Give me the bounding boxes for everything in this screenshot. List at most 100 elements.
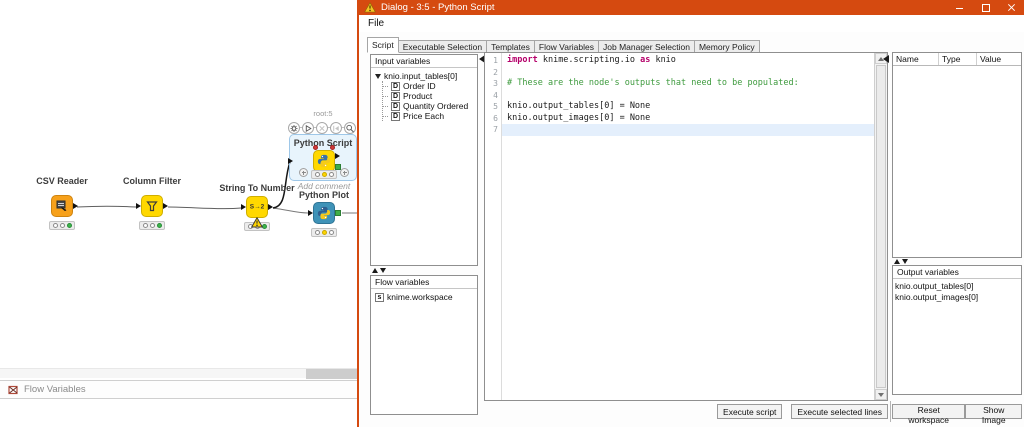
flow-variables-panel: Flow variables s knime.workspace bbox=[370, 275, 478, 415]
splitter-up-icon[interactable] bbox=[372, 268, 378, 273]
node-python-plot[interactable] bbox=[308, 202, 341, 224]
node-csv-reader[interactable] bbox=[51, 195, 78, 217]
tree-connector bbox=[383, 85, 388, 87]
screen: CSV Reader Column Filter String To Numbe… bbox=[0, 0, 1024, 427]
status-dot-green bbox=[156, 223, 162, 228]
node-python-script[interactable] bbox=[313, 150, 341, 172]
flow-variables-view-label: Flow Variables bbox=[24, 384, 86, 395]
keyword-as: as bbox=[640, 55, 651, 65]
splitter-down-icon[interactable] bbox=[380, 268, 386, 273]
open-view-button[interactable] bbox=[344, 122, 356, 134]
output-variable-tables[interactable]: knio.output_tables[0] bbox=[895, 281, 1021, 292]
double-type-icon: D bbox=[391, 81, 400, 91]
line-number: 7 bbox=[493, 125, 498, 134]
editor-buttons: Execute script Execute selected lines bbox=[484, 404, 888, 419]
warning-icon bbox=[364, 2, 376, 13]
column-header-type[interactable]: Type bbox=[939, 53, 977, 65]
cancel-x-icon bbox=[319, 125, 325, 131]
connection-csv-to-filter bbox=[76, 205, 137, 208]
scroll-down-icon[interactable] bbox=[875, 389, 887, 400]
input-variables-tree: knio.input_tables[0] D Order ID D Produc… bbox=[371, 68, 477, 121]
script-editor[interactable]: 1 2 3 4 5 6 7 import knime.scripting.io … bbox=[484, 52, 888, 401]
splitter-collapse-right-icon[interactable] bbox=[883, 55, 889, 63]
left-horizontal-splitter[interactable] bbox=[372, 268, 386, 273]
status-dot-yellow bbox=[321, 230, 327, 235]
add-port-right-button[interactable] bbox=[340, 168, 349, 177]
double-type-icon: D bbox=[391, 91, 400, 101]
status-dot bbox=[314, 230, 320, 235]
tree-connector bbox=[383, 95, 388, 97]
configure-button[interactable] bbox=[288, 122, 300, 134]
tab-executable-selection[interactable]: Executable Selection bbox=[398, 40, 488, 53]
image-output-port[interactable] bbox=[335, 210, 341, 216]
editor-line-numbers: 1 2 3 4 5 6 7 bbox=[485, 53, 502, 400]
tree-item-order-id[interactable]: D Order ID bbox=[383, 81, 477, 91]
table-output-port[interactable] bbox=[335, 153, 340, 159]
input-port[interactable] bbox=[241, 204, 246, 210]
play-icon bbox=[305, 124, 312, 132]
node-string-to-number[interactable]: S→2 bbox=[241, 196, 273, 218]
right-horizontal-splitter[interactable] bbox=[894, 259, 908, 264]
editor-vertical-scrollbar[interactable] bbox=[874, 53, 887, 400]
button-row-divider bbox=[890, 401, 891, 422]
tree-expander-icon[interactable] bbox=[375, 73, 381, 79]
output-variable-images[interactable]: knio.output_images[0] bbox=[895, 292, 1021, 303]
code-line-7-current bbox=[502, 124, 874, 136]
column-header-value[interactable]: Value bbox=[977, 53, 1021, 65]
reset-icon bbox=[333, 125, 339, 131]
tree-item-quantity-ordered[interactable]: D Quantity Ordered bbox=[383, 101, 477, 111]
canvas-horizontal-scrollbar[interactable] bbox=[0, 368, 358, 379]
execute-button[interactable] bbox=[302, 122, 314, 134]
column-header-name[interactable]: Name bbox=[893, 53, 939, 65]
line-number: 6 bbox=[493, 113, 498, 123]
workflow-canvas[interactable]: CSV Reader Column Filter String To Numbe… bbox=[0, 0, 358, 427]
output-port[interactable] bbox=[163, 203, 168, 209]
tree-item-label: Product bbox=[403, 91, 433, 101]
maximize-icon[interactable] bbox=[981, 3, 990, 12]
minimize-icon[interactable] bbox=[955, 3, 964, 12]
python-logo-icon bbox=[317, 154, 331, 168]
input-port[interactable] bbox=[288, 158, 293, 164]
line-number: 1 bbox=[493, 56, 498, 65]
close-icon[interactable] bbox=[1007, 3, 1016, 12]
flow-variables-view-header[interactable]: Flow Variables bbox=[0, 380, 358, 399]
node-label-python-script: Python Script bbox=[293, 138, 353, 148]
execute-script-button[interactable]: Execute script bbox=[717, 404, 783, 419]
filter-funnel-icon bbox=[146, 201, 158, 212]
input-port[interactable] bbox=[136, 203, 141, 209]
input-variables-header: Input variables bbox=[371, 55, 477, 68]
tab-script[interactable]: Script bbox=[367, 37, 399, 53]
show-image-button[interactable]: Show Image bbox=[965, 404, 1022, 425]
splitter-up-icon[interactable] bbox=[894, 259, 900, 264]
code-line-6: knio.output_images[0] = None bbox=[507, 112, 651, 123]
code-area[interactable]: import knime.scripting.io as knio # Thes… bbox=[502, 53, 874, 400]
magnifier-icon bbox=[346, 124, 354, 132]
output-port[interactable] bbox=[268, 204, 273, 210]
input-variables-panel: Input variables knio.input_tables[0] D O… bbox=[370, 54, 478, 266]
status-dot bbox=[314, 172, 320, 177]
execute-selected-lines-button[interactable]: Execute selected lines bbox=[791, 404, 888, 419]
reset-workspace-button[interactable]: Reset workspace bbox=[892, 404, 966, 425]
flow-variable-knime-workspace[interactable]: s knime.workspace bbox=[375, 292, 477, 302]
splitter-down-icon[interactable] bbox=[902, 259, 908, 264]
output-port[interactable] bbox=[73, 203, 78, 209]
canvas-scrollbar-thumb[interactable] bbox=[306, 369, 358, 379]
tree-item-product[interactable]: D Product bbox=[383, 91, 477, 101]
tree-item-label: Price Each bbox=[403, 111, 445, 121]
editor-scrollbar-thumb[interactable] bbox=[876, 65, 886, 388]
output-variables-panel: Output variables knio.output_tables[0] k… bbox=[892, 265, 1022, 395]
reset-button[interactable] bbox=[330, 122, 342, 134]
node-column-filter[interactable] bbox=[136, 195, 168, 217]
dialog-titlebar[interactable]: Dialog - 3:5 - Python Script bbox=[357, 0, 1024, 15]
tree-root-input-tables[interactable]: knio.input_tables[0] bbox=[375, 71, 477, 81]
cancel-button[interactable] bbox=[316, 122, 328, 134]
input-port[interactable] bbox=[308, 210, 313, 216]
flow-variables-icon bbox=[8, 385, 18, 394]
node-status-python-plot bbox=[311, 228, 337, 237]
node-label-column-filter: Column Filter bbox=[123, 176, 181, 186]
tree-item-price-each[interactable]: D Price Each bbox=[383, 111, 477, 121]
node-selection-box[interactable]: Python Script bbox=[288, 134, 357, 181]
menu-file[interactable]: File bbox=[359, 18, 393, 29]
add-port-left-button[interactable] bbox=[299, 168, 308, 177]
